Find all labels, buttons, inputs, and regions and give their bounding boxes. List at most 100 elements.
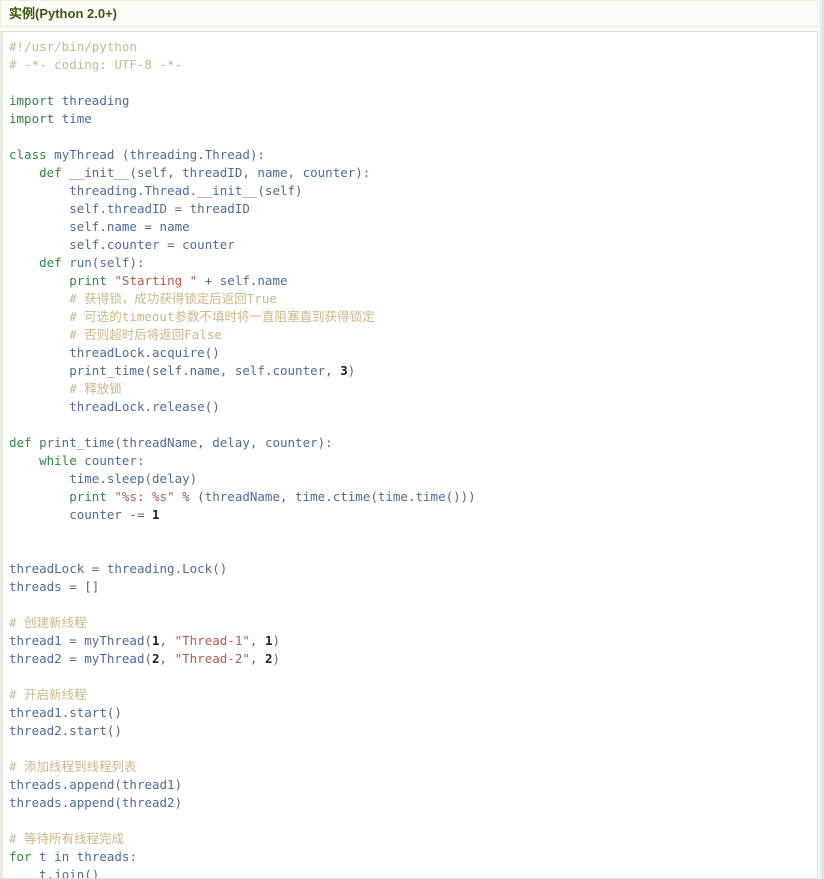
- code-token-id: myThread: [54, 147, 115, 162]
- example-panel: 实例(Python 2.0+) #!/usr/bin/python # -*- …: [0, 0, 824, 879]
- code-token-pun: :: [136, 453, 145, 468]
- code-token-pun: (): [212, 561, 228, 576]
- code-line: # 否则超时后将返回False: [9, 327, 222, 342]
- code-token-id: threading: [69, 183, 137, 198]
- code-token-id: self: [219, 273, 250, 288]
- code-token-id: t: [39, 849, 47, 864]
- code-line: thread2.start(): [9, 723, 122, 738]
- code-token-id: name: [159, 219, 190, 234]
- code-block[interactable]: #!/usr/bin/python # -*- coding: UTF-8 -*…: [0, 31, 818, 879]
- code-line: print "%s: %s" % (threadName, time.ctime…: [9, 489, 476, 504]
- code-line: # 创建新线程: [9, 615, 87, 630]
- code-line: threading.Thread.__init__(self): [9, 183, 303, 198]
- code-line: import threading: [9, 93, 129, 108]
- code-token-com: #!/usr/bin/python: [9, 39, 137, 54]
- code-block-inner: #!/usr/bin/python # -*- coding: UTF-8 -*…: [3, 32, 817, 879]
- code-token-id: start: [69, 705, 107, 720]
- code-line: # 开启新线程: [9, 687, 87, 702]
- code-token-id: Thread: [204, 147, 250, 162]
- code-token-kw: while: [39, 453, 77, 468]
- code-token-pun: (): [84, 867, 100, 879]
- code-token-pun: =: [167, 201, 190, 216]
- code-token-pun: ): [174, 795, 183, 810]
- code-token-pun: (: [144, 363, 153, 378]
- code-token-id: thread2: [9, 723, 62, 738]
- code-line: t.join(): [9, 867, 100, 879]
- code-token-id: threads: [76, 849, 130, 864]
- example-header: 实例(Python 2.0+): [0, 0, 818, 27]
- code-token-pun: ):: [317, 435, 333, 450]
- code-line: time.sleep(delay): [9, 471, 197, 486]
- code-token-pun: (: [114, 795, 122, 810]
- code-token-kw: def: [39, 255, 62, 270]
- code-token-id: name: [257, 273, 288, 288]
- code-line: # 可选的timeout参数不填时将一直阻塞直到获得锁定: [9, 309, 374, 324]
- code-token-id: threads: [9, 795, 62, 810]
- code-token-pun: ,: [159, 651, 175, 666]
- code-token-com: # 等待所有线程完成: [9, 831, 125, 846]
- code-line: thread1.start(): [9, 705, 122, 720]
- code-token-pun: (: [370, 489, 378, 504]
- code-line: #!/usr/bin/python: [9, 39, 137, 54]
- code-token-id: release: [152, 399, 205, 414]
- code-token-id: self: [152, 363, 183, 378]
- code-token-pun: ): [272, 633, 280, 648]
- code-line: threadLock = threading.Lock(): [9, 561, 227, 576]
- code-line: def print_time(threadName, delay, counte…: [9, 435, 333, 450]
- code-line: # 添加线程到线程列表: [9, 759, 137, 774]
- code-line: threads.append(thread1): [9, 777, 182, 792]
- code-token-id: thread2: [9, 651, 62, 666]
- code-token-pun: .: [197, 147, 205, 162]
- code-token-pun: ): [295, 183, 303, 198]
- code-token-pun: (: [129, 165, 137, 180]
- source-code[interactable]: #!/usr/bin/python # -*- coding: UTF-8 -*…: [9, 38, 817, 879]
- code-line: # -*- coding: UTF-8 -*-: [9, 57, 182, 72]
- code-token-id: time: [61, 111, 92, 126]
- code-token-pun: ,: [159, 633, 175, 648]
- code-line: class myThread (threading.Thread):: [9, 147, 265, 162]
- code-token-pun: (: [144, 651, 153, 666]
- code-line: threadLock.release(): [9, 399, 220, 414]
- code-token-pun: ,: [219, 363, 235, 378]
- code-token-id: thread1: [9, 705, 62, 720]
- code-token-pun: =: [136, 219, 160, 234]
- code-token-id: thread2: [121, 795, 175, 810]
- code-token-num: 2: [152, 651, 160, 666]
- code-token-pun: .: [99, 471, 107, 486]
- code-token-id: print_time: [69, 363, 145, 378]
- code-line: def __init__(self, threadID, name, count…: [9, 165, 370, 180]
- code-line: print "Starting " + self.name: [9, 273, 288, 288]
- code-token-com: # 创建新线程: [9, 615, 87, 630]
- code-token-id: threading: [61, 93, 130, 108]
- vertical-scrollbar[interactable]: [818, 0, 824, 879]
- code-token-pun: ,: [287, 165, 303, 180]
- code-token-pun: ):: [249, 147, 265, 162]
- code-token-id: self: [99, 255, 130, 270]
- code-token-id: threads: [9, 579, 62, 594]
- code-line: import time: [9, 111, 92, 126]
- code-token-pun: (: [144, 633, 153, 648]
- code-token-id: delay: [212, 435, 250, 450]
- code-token-id: self: [264, 183, 296, 198]
- code-token-kw: for: [9, 849, 32, 864]
- code-line: counter -= 1: [9, 507, 159, 522]
- code-token-pun: ,: [279, 489, 296, 504]
- code-token-id: self: [69, 219, 100, 234]
- code-token-pun: ,: [249, 633, 265, 648]
- code-token-pun: =: [159, 237, 183, 252]
- code-token-id: __init__: [197, 183, 258, 198]
- code-token-pun: .: [325, 489, 333, 504]
- code-token-pun: ): [189, 471, 198, 486]
- code-token-pun: ,: [249, 435, 265, 450]
